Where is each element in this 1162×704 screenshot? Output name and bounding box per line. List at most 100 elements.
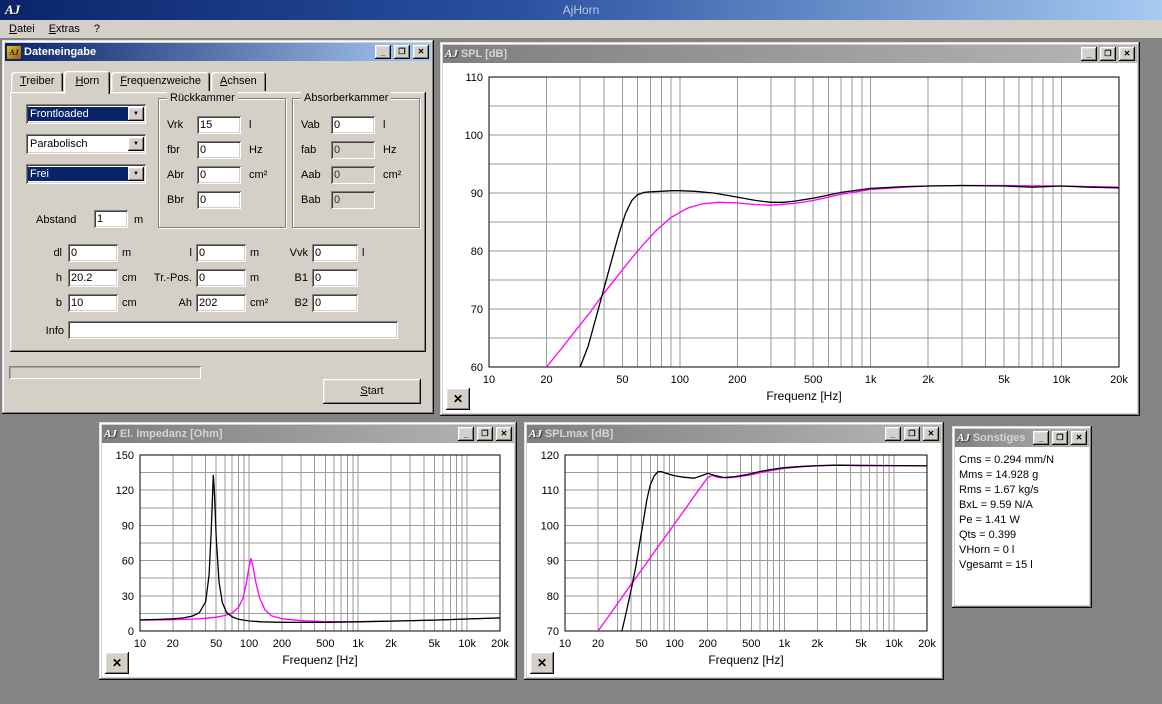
fab-input — [331, 141, 375, 159]
vrk-input[interactable] — [197, 116, 241, 134]
bab-label: Bab — [301, 194, 321, 207]
svg-text:1k: 1k — [352, 638, 364, 650]
sonstiges-titlebar[interactable]: AJ Sonstiges _ ❐ ✕ — [955, 429, 1089, 447]
chevron-down-icon[interactable]: ▼ — [128, 137, 144, 151]
close-button[interactable]: ✕ — [923, 427, 939, 441]
h-input[interactable] — [68, 269, 118, 287]
svg-text:Frequenz [Hz]: Frequenz [Hz] — [766, 389, 841, 403]
abstand-input[interactable] — [94, 210, 128, 228]
b2-input[interactable] — [312, 294, 358, 312]
start-button[interactable]: Start — [323, 379, 421, 404]
tab-strip: Treiber Horn Frequenzweiche Achsen — [11, 71, 267, 91]
l-label: l — [144, 247, 192, 260]
svg-text:30: 30 — [122, 591, 134, 603]
svg-text:60: 60 — [122, 556, 134, 568]
svg-text:500: 500 — [316, 638, 334, 650]
ah-input[interactable] — [196, 294, 246, 312]
impedance-titlebar[interactable]: AJ El. Impedanz [Ohm] _ ❐ ✕ — [102, 425, 514, 443]
spl-title: SPL [dB] — [461, 48, 1078, 60]
parameter-line: Mms = 14.928 g — [959, 468, 1085, 483]
trpos-input[interactable] — [196, 269, 246, 287]
menu-datei[interactable]: Datei — [2, 21, 42, 37]
minimize-button[interactable]: _ — [885, 427, 901, 441]
tab-horn-label: Horn — [75, 75, 99, 87]
chevron-down-icon[interactable]: ▼ — [128, 107, 144, 121]
app-window: AJ AjHorn Datei Extras ? AJ Dateneingabe… — [0, 0, 1162, 704]
impedance-close-chart-button[interactable]: ✕ — [105, 652, 129, 674]
svg-text:200: 200 — [273, 638, 291, 650]
impedanz-black-curve — [140, 475, 500, 623]
b1-input[interactable] — [312, 269, 358, 287]
impedanz-magenta-curve — [140, 558, 500, 621]
vrk-unit: l — [249, 119, 251, 132]
info-input[interactable] — [68, 321, 398, 339]
svg-text:90: 90 — [122, 520, 134, 532]
menu-extras[interactable]: Extras — [42, 21, 87, 37]
dl-label: dl — [18, 247, 62, 260]
svg-text:100: 100 — [465, 130, 483, 142]
spl-close-chart-button[interactable]: ✕ — [446, 388, 470, 410]
maximize-button[interactable]: ❐ — [904, 427, 920, 441]
parameter-line: VHorn = 0 l — [959, 543, 1085, 558]
splmax-window: AJ SPLmax [dB] _ ❐ ✕ 1020501002005001k2k… — [524, 422, 944, 680]
svg-text:10k: 10k — [885, 638, 903, 650]
svg-text:90: 90 — [547, 556, 559, 568]
svg-text:100: 100 — [240, 638, 258, 650]
vab-input[interactable] — [331, 116, 375, 134]
horn-contour-combo[interactable]: Parabolisch ▼ — [26, 134, 146, 154]
l-input[interactable] — [196, 244, 246, 262]
fbr-unit: Hz — [249, 144, 262, 157]
tab-achsen[interactable]: Achsen — [211, 72, 266, 91]
dl-input[interactable] — [68, 244, 118, 262]
dateneingabe-client: Treiber Horn Frequenzweiche Achsen Front… — [5, 61, 431, 411]
spl-window: AJ SPL [dB] _ ❐ ✕ 1020501002005001k2k5k1… — [440, 42, 1140, 416]
b-unit: cm — [122, 297, 137, 310]
dl-unit: m — [122, 247, 131, 260]
maximize-button[interactable]: ❐ — [1052, 431, 1068, 445]
aab-unit: cm² — [383, 169, 401, 182]
svg-text:120: 120 — [541, 450, 559, 462]
minimize-button[interactable]: _ — [1033, 431, 1049, 445]
abr-input[interactable] — [197, 166, 241, 184]
svg-text:200: 200 — [728, 374, 746, 386]
info-label: Info — [24, 325, 64, 338]
svg-text:70: 70 — [471, 304, 483, 316]
main-titlebar[interactable]: AJ AjHorn — [0, 0, 1162, 20]
tab-frequenzweiche[interactable]: Frequenzweiche — [111, 72, 210, 91]
horn-mouth-combo[interactable]: Frei ▼ — [26, 164, 146, 184]
splmax-titlebar[interactable]: AJ SPLmax [dB] _ ❐ ✕ — [527, 425, 941, 443]
minimize-button[interactable]: _ — [375, 45, 391, 59]
maximize-button[interactable]: ❐ — [477, 427, 493, 441]
chevron-down-icon[interactable]: ▼ — [128, 167, 144, 181]
close-button[interactable]: ✕ — [496, 427, 512, 441]
app-icon: AJ — [5, 2, 20, 18]
close-button[interactable]: ✕ — [1071, 431, 1087, 445]
tab-horn[interactable]: Horn — [64, 71, 110, 94]
horn-type-value: Frontloaded — [28, 107, 128, 121]
spl-magenta-curve — [547, 186, 1120, 368]
close-button[interactable]: ✕ — [1119, 47, 1135, 61]
maximize-button[interactable]: ❐ — [394, 45, 410, 59]
horn-mouth-value: Frei — [28, 167, 128, 181]
bbr-input[interactable] — [197, 191, 241, 209]
maximize-button[interactable]: ❐ — [1100, 47, 1116, 61]
menu-help[interactable]: ? — [87, 21, 107, 37]
minimize-button[interactable]: _ — [1081, 47, 1097, 61]
svg-text:10: 10 — [559, 638, 571, 650]
svg-text:90: 90 — [471, 188, 483, 200]
splmax-close-chart-button[interactable]: ✕ — [530, 652, 554, 674]
horn-type-combo[interactable]: Frontloaded ▼ — [26, 104, 146, 124]
vvk-input[interactable] — [312, 244, 358, 262]
bab-input — [331, 191, 375, 209]
dateneingabe-title: Dateneingabe — [24, 46, 372, 58]
tab-treiber[interactable]: Treiber — [11, 72, 63, 91]
svg-text:Frequenz [Hz]: Frequenz [Hz] — [282, 653, 357, 667]
dateneingabe-titlebar[interactable]: AJ Dateneingabe _ ❐ ✕ — [5, 43, 431, 61]
svg-text:5k: 5k — [855, 638, 867, 650]
minimize-button[interactable]: _ — [458, 427, 474, 441]
close-button[interactable]: ✕ — [413, 45, 429, 59]
b-input[interactable] — [68, 294, 118, 312]
spl-titlebar[interactable]: AJ SPL [dB] _ ❐ ✕ — [443, 45, 1137, 63]
fbr-input[interactable] — [197, 141, 241, 159]
ah-label: Ah — [144, 297, 192, 310]
